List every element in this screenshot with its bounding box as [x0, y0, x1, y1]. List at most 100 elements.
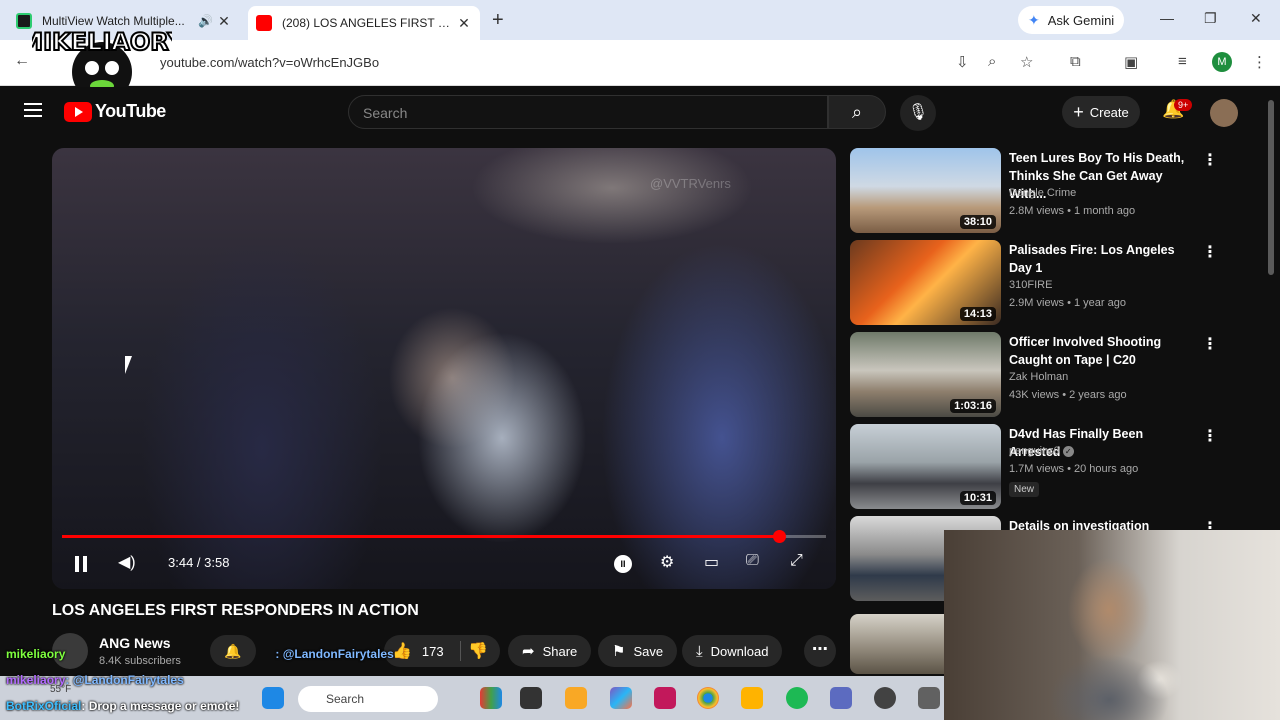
ask-gemini-button[interactable]: ✦ Ask Gemini	[1018, 6, 1124, 34]
browser-tab-bar: MultiView Watch Multiple... 🔊 ✕ (208) LO…	[0, 0, 1280, 40]
chat-message: mikeliaory: @LandonFairytales	[6, 647, 394, 661]
progress-fill	[62, 535, 780, 538]
settings-gear-icon[interactable]: ⚙	[660, 552, 674, 572]
theater-mode-icon[interactable]: ▭	[704, 552, 719, 572]
duration-badge: 14:13	[959, 307, 996, 321]
account-avatar[interactable]	[1210, 99, 1238, 127]
recommendation-item[interactable]: 14:13 Palisades Fire: Los Angeles Day 1 …	[850, 240, 1220, 326]
menu-icon[interactable]	[24, 103, 42, 121]
recommendation-item[interactable]: 38:10 Teen Lures Boy To His Death, Think…	[850, 148, 1220, 234]
more-actions-icon[interactable]: ⋯	[804, 635, 836, 667]
pinned-app-icon[interactable]	[741, 687, 763, 709]
like-dislike-group: 👍 173 👎	[384, 635, 500, 667]
recommendation-meta: 2.8M views • 1 month ago	[1009, 205, 1136, 217]
profile-avatar[interactable]: M	[1212, 52, 1232, 72]
microphone-icon[interactable]: 🎙	[900, 95, 936, 131]
store-app-icon[interactable]	[480, 687, 502, 709]
time-display: 3:44 / 3:58	[168, 555, 230, 570]
recommendation-thumbnail[interactable]: 10:31	[850, 424, 1001, 509]
recommendation-thumbnail[interactable]: 1:03:16	[850, 332, 1001, 417]
obs-icon[interactable]	[874, 687, 896, 709]
menu-kebab-icon[interactable]: ⋮	[1252, 53, 1267, 71]
extensions-icon[interactable]: ⧉	[1070, 53, 1081, 70]
restore-icon[interactable]: ❐	[1204, 10, 1217, 27]
mouse-cursor-icon	[125, 356, 139, 374]
recommendation-item[interactable]: 10:31 D4vd Has Finally Been Arrested pen…	[850, 424, 1220, 510]
bookmark-star-icon[interactable]: ☆	[1020, 53, 1033, 71]
pinned-app-icon[interactable]	[654, 687, 676, 709]
ask-gemini-label: Ask Gemini	[1047, 12, 1115, 28]
recommendation-channel[interactable]: Zak Holman	[1009, 371, 1068, 383]
recommendation-title[interactable]: Officer Involved Shooting Caught on Tape…	[1009, 333, 1193, 369]
close-window-icon[interactable]: ✕	[1250, 10, 1262, 27]
side-panel-icon[interactable]: ▣	[1124, 53, 1138, 71]
close-tab-icon[interactable]: ✕	[216, 13, 232, 30]
minimize-icon[interactable]: —	[1160, 10, 1174, 26]
speaker-icon[interactable]: 🔊	[198, 14, 216, 28]
tab-youtube[interactable]: (208) LOS ANGELES FIRST RESP ✕	[248, 6, 480, 40]
volume-icon[interactable]: ◀)	[118, 552, 136, 572]
recommendation-menu-icon[interactable]: ⋮	[1202, 150, 1218, 170]
youtube-logo[interactable]: YouTube	[64, 101, 166, 122]
recommendation-thumbnail[interactable]: 38:10	[850, 148, 1001, 233]
duration-badge: 38:10	[959, 215, 996, 229]
recommendation-meta: 43K views • 2 years ago	[1009, 389, 1127, 401]
gemini-spark-icon: ✦	[1028, 11, 1040, 28]
download-button[interactable]: ⤓ Download	[682, 635, 783, 667]
recommendation-thumbnail[interactable]: 14:13	[850, 240, 1001, 325]
zoom-icon[interactable]: ⌕	[988, 53, 996, 70]
pinned-app-icon[interactable]	[830, 687, 852, 709]
pinned-app-icon[interactable]	[918, 687, 940, 709]
recommendation-title[interactable]: Palisades Fire: Los Angeles Day 1	[1009, 241, 1193, 277]
recommendation-channel[interactable]: Dangle Crime	[1009, 187, 1076, 199]
recommendation-channel[interactable]: penguinz0 ✓	[1009, 445, 1074, 457]
spotify-icon[interactable]	[786, 687, 808, 709]
like-button[interactable]: 👍 173	[392, 641, 444, 661]
autoplay-toggle-icon[interactable]: II	[614, 555, 632, 573]
video-title: LOS ANGELES FIRST RESPONDERS IN ACTION	[52, 602, 419, 619]
video-player[interactable]: @VVTRVenrs ◀) 3:44 / 3:58 II ⚙ ▭ ⎚ ⤢	[52, 148, 836, 589]
recommendation-menu-icon[interactable]: ⋮	[1202, 334, 1218, 354]
recommendation-channel[interactable]: 310FIRE	[1009, 279, 1052, 291]
channel-name-text: penguinz0	[1009, 445, 1060, 457]
taskbar-search[interactable]: Search	[298, 686, 438, 712]
search-icon[interactable]: ⌕	[828, 95, 886, 129]
share-arrow-icon: ➦	[522, 643, 535, 660]
task-view-icon[interactable]	[520, 687, 542, 709]
youtube-wordmark: YouTube	[95, 101, 166, 121]
save-label: Save	[633, 643, 664, 659]
search-input[interactable]: Search	[348, 95, 828, 129]
create-button[interactable]: + Create	[1062, 96, 1140, 128]
close-tab-icon[interactable]: ✕	[456, 15, 472, 32]
share-label: Share	[542, 643, 578, 659]
save-button[interactable]: ⚑ Save	[598, 635, 678, 667]
recommendation-menu-icon[interactable]: ⋮	[1202, 426, 1218, 446]
media-controls-icon[interactable]: ≡	[1178, 53, 1187, 70]
video-frame[interactable]	[52, 148, 836, 589]
share-button[interactable]: ➦ Share	[508, 635, 592, 667]
new-tab-icon[interactable]: +	[492, 9, 504, 32]
back-arrow-icon[interactable]: ←	[14, 52, 30, 70]
cast-icon[interactable]: ⎚	[746, 552, 759, 570]
tab-title: (208) LOS ANGELES FIRST RESP	[282, 16, 456, 30]
chrome-icon[interactable]	[697, 687, 719, 709]
scrollbar-thumb[interactable]	[1268, 100, 1274, 275]
install-app-icon[interactable]: ⇩	[956, 53, 969, 71]
progress-bar[interactable]	[62, 530, 826, 543]
chat-text: : @LandonFairytales	[65, 673, 184, 687]
recommendation-item[interactable]: 1:03:16 Officer Involved Shooting Caught…	[850, 332, 1220, 418]
recommendation-menu-icon[interactable]: ⋮	[1202, 242, 1218, 262]
file-explorer-icon[interactable]	[565, 687, 587, 709]
multiview-favicon-icon	[16, 13, 32, 29]
pause-icon[interactable]	[74, 556, 88, 572]
verified-check-icon: ✓	[1062, 446, 1074, 457]
copilot-icon[interactable]	[610, 687, 632, 709]
duration-badge: 1:03:16	[950, 399, 996, 413]
windows-start-icon[interactable]	[262, 687, 284, 709]
notification-count-badge: 9+	[1174, 99, 1193, 111]
thumbs-down-icon[interactable]: 👎	[468, 641, 488, 661]
video-watermark: @VVTRVenrs	[650, 176, 731, 191]
url-field[interactable]: youtube.com/watch?v=oWrhcEnJGBo	[160, 55, 379, 70]
fullscreen-icon[interactable]: ⤢	[790, 552, 803, 570]
address-bar: ← youtube.com/watch?v=oWrhcEnJGBo ⇩ ⌕ ☆ …	[0, 40, 1280, 86]
